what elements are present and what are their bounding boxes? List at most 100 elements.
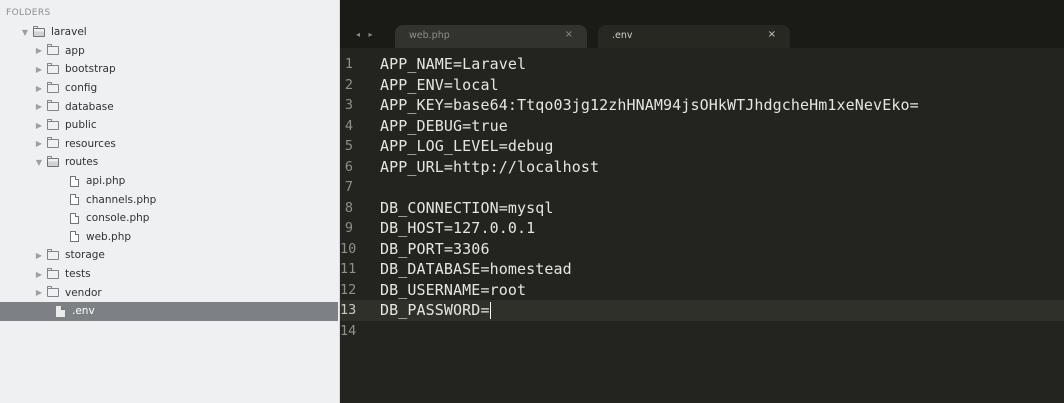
file-icon xyxy=(70,194,79,206)
code-text: DB_PORT=3306 xyxy=(380,239,490,258)
tree-folder[interactable]: ▶ config xyxy=(0,79,338,98)
chevron-down-icon[interactable]: ▼ xyxy=(20,27,30,37)
chevron-right-icon[interactable]: ▶ xyxy=(34,269,44,279)
folder-icon xyxy=(47,267,59,279)
folders-heading: FOLDERS xyxy=(6,8,51,18)
file-icon xyxy=(56,305,65,317)
code-line[interactable]: 3 APP_KEY=base64:Ttqo03jg12zhHNAM94jsOHkW… xyxy=(340,95,1064,116)
line-number: 1 xyxy=(344,56,353,73)
code-line[interactable]: 9 DB_HOST=127.0.0.1 xyxy=(340,218,1064,239)
tree-item-label: routes xyxy=(65,156,99,169)
line-number: 13 xyxy=(340,302,357,319)
close-icon[interactable]: × xyxy=(768,29,776,40)
code-area[interactable]: 1 APP_NAME=Laravel 2 APP_ENV=local 3 APP_KEY=… xyxy=(340,54,1064,341)
file-icon xyxy=(70,231,79,243)
code-line[interactable]: 7 xyxy=(340,177,1064,198)
chevron-down-icon[interactable]: ▼ xyxy=(34,157,44,167)
tree-item-label: web.php xyxy=(86,230,132,243)
tree-item-label: bootstrap xyxy=(65,63,116,76)
tree-item-label: laravel xyxy=(51,26,87,39)
chevron-right-icon[interactable]: ▶ xyxy=(34,64,44,74)
line-number: 4 xyxy=(344,117,353,134)
tree-folder[interactable]: ▶ bootstrap xyxy=(0,60,338,79)
code-line[interactable]: 13 DB_PASSWORD= xyxy=(340,300,1064,321)
folder-icon xyxy=(47,248,59,260)
line-number: 5 xyxy=(344,138,353,155)
code-text: APP_KEY=base64:Ttqo03jg12zhHNAM94jsOHkWT… xyxy=(380,96,919,115)
text-cursor xyxy=(489,301,492,319)
code-line[interactable]: 5 APP_LOG_LEVEL=debug xyxy=(340,136,1064,157)
tree-folder[interactable]: ▶ tests xyxy=(0,265,338,284)
tree-item-label: app xyxy=(65,44,85,57)
tree-folder[interactable]: ▶ public xyxy=(0,116,338,135)
file-tree: ▼ laravel ▶ app ▶ bootstrap ▶ config ▶ database ▶ p… xyxy=(0,23,338,321)
chevron-right-icon[interactable]: ▶ xyxy=(34,83,44,93)
tree-folder[interactable]: ▶ storage xyxy=(0,246,338,265)
chevron-right-icon[interactable]: ▶ xyxy=(34,139,44,149)
chevron-right-icon[interactable]: ▶ xyxy=(34,120,44,130)
code-line[interactable]: 1 APP_NAME=Laravel xyxy=(340,54,1064,75)
tree-folder[interactable]: ▶ database xyxy=(0,97,338,116)
code-line[interactable]: 10 DB_PORT=3306 xyxy=(340,239,1064,260)
line-number: 7 xyxy=(344,179,353,196)
code-line[interactable]: 11 DB_DATABASE=homestead xyxy=(340,259,1064,280)
tab-nav-arrows[interactable]: ◂ ▸ xyxy=(356,30,376,39)
tree-folder[interactable]: ▼ routes xyxy=(0,153,338,172)
code-text: APP_ENV=local xyxy=(380,75,499,94)
code-text: DB_DATABASE=homestead xyxy=(380,260,572,279)
line-number: 8 xyxy=(344,199,353,216)
line-number: 3 xyxy=(344,97,353,114)
code-line[interactable]: 2 APP_ENV=local xyxy=(340,75,1064,96)
tree-file[interactable]: web.php xyxy=(0,228,338,247)
line-number: 2 xyxy=(344,76,353,93)
file-icon xyxy=(70,175,79,187)
tree-item-label: console.php xyxy=(86,212,150,225)
tree-item-label: resources xyxy=(65,137,116,150)
tab-web-php[interactable]: web.php × xyxy=(395,25,587,48)
code-line[interactable]: 14 xyxy=(340,321,1064,342)
tree-file[interactable]: console.php xyxy=(0,209,338,228)
chevron-right-icon[interactable]: ▶ xyxy=(34,250,44,260)
code-text: APP_DEBUG=true xyxy=(380,116,508,135)
code-line[interactable]: 12 DB_USERNAME=root xyxy=(340,280,1064,301)
tree-item-label: channels.php xyxy=(86,193,157,206)
chevron-right-icon[interactable]: ▶ xyxy=(34,288,44,298)
tree-file[interactable]: api.php xyxy=(0,172,338,191)
folder-icon xyxy=(47,100,59,112)
folder-icon xyxy=(47,81,59,93)
close-icon[interactable]: × xyxy=(565,29,573,40)
tree-file[interactable]: channels.php xyxy=(0,190,338,209)
tree-item-label: config xyxy=(65,82,98,95)
chevron-right-icon[interactable]: ▶ xyxy=(34,102,44,112)
tab-env[interactable]: .env × xyxy=(598,25,790,48)
tree-item-label: public xyxy=(65,119,97,132)
tree-item-label: database xyxy=(65,100,114,113)
code-text: APP_URL=http://localhost xyxy=(380,157,600,176)
code-line[interactable]: 6 APP_URL=http://localhost xyxy=(340,157,1064,178)
line-number: 9 xyxy=(344,220,353,237)
line-number: 11 xyxy=(340,261,357,278)
code-text: DB_USERNAME=root xyxy=(380,280,527,299)
chevron-right-icon[interactable]: ▶ xyxy=(34,46,44,56)
folder-icon xyxy=(47,44,59,56)
code-text: DB_CONNECTION=mysql xyxy=(380,198,554,217)
line-number: 10 xyxy=(340,240,357,257)
tree-folder[interactable]: ▶ app xyxy=(0,42,338,61)
tree-folder[interactable]: ▶ resources xyxy=(0,135,338,154)
code-text: DB_HOST=127.0.0.1 xyxy=(380,219,536,238)
tree-folder[interactable]: ▼ laravel xyxy=(0,23,338,42)
code-text: DB_PASSWORD= xyxy=(380,301,490,320)
code-line[interactable]: 8 DB_CONNECTION=mysql xyxy=(340,198,1064,219)
code-line[interactable]: 4 APP_DEBUG=true xyxy=(340,116,1064,137)
tree-folder[interactable]: ▶ vendor xyxy=(0,283,338,302)
tree-file[interactable]: .env xyxy=(0,301,338,321)
tab-label: web.php xyxy=(409,30,450,41)
code-text: APP_LOG_LEVEL=debug xyxy=(380,137,554,156)
code-text: APP_NAME=Laravel xyxy=(380,55,527,74)
tab-label: .env xyxy=(612,30,633,41)
folder-icon xyxy=(47,118,59,130)
tab-bar: ◂ ▸ web.php × .env × xyxy=(340,0,1064,48)
folder-open-icon xyxy=(33,25,45,37)
file-icon xyxy=(70,212,79,224)
line-number: 12 xyxy=(340,281,357,298)
